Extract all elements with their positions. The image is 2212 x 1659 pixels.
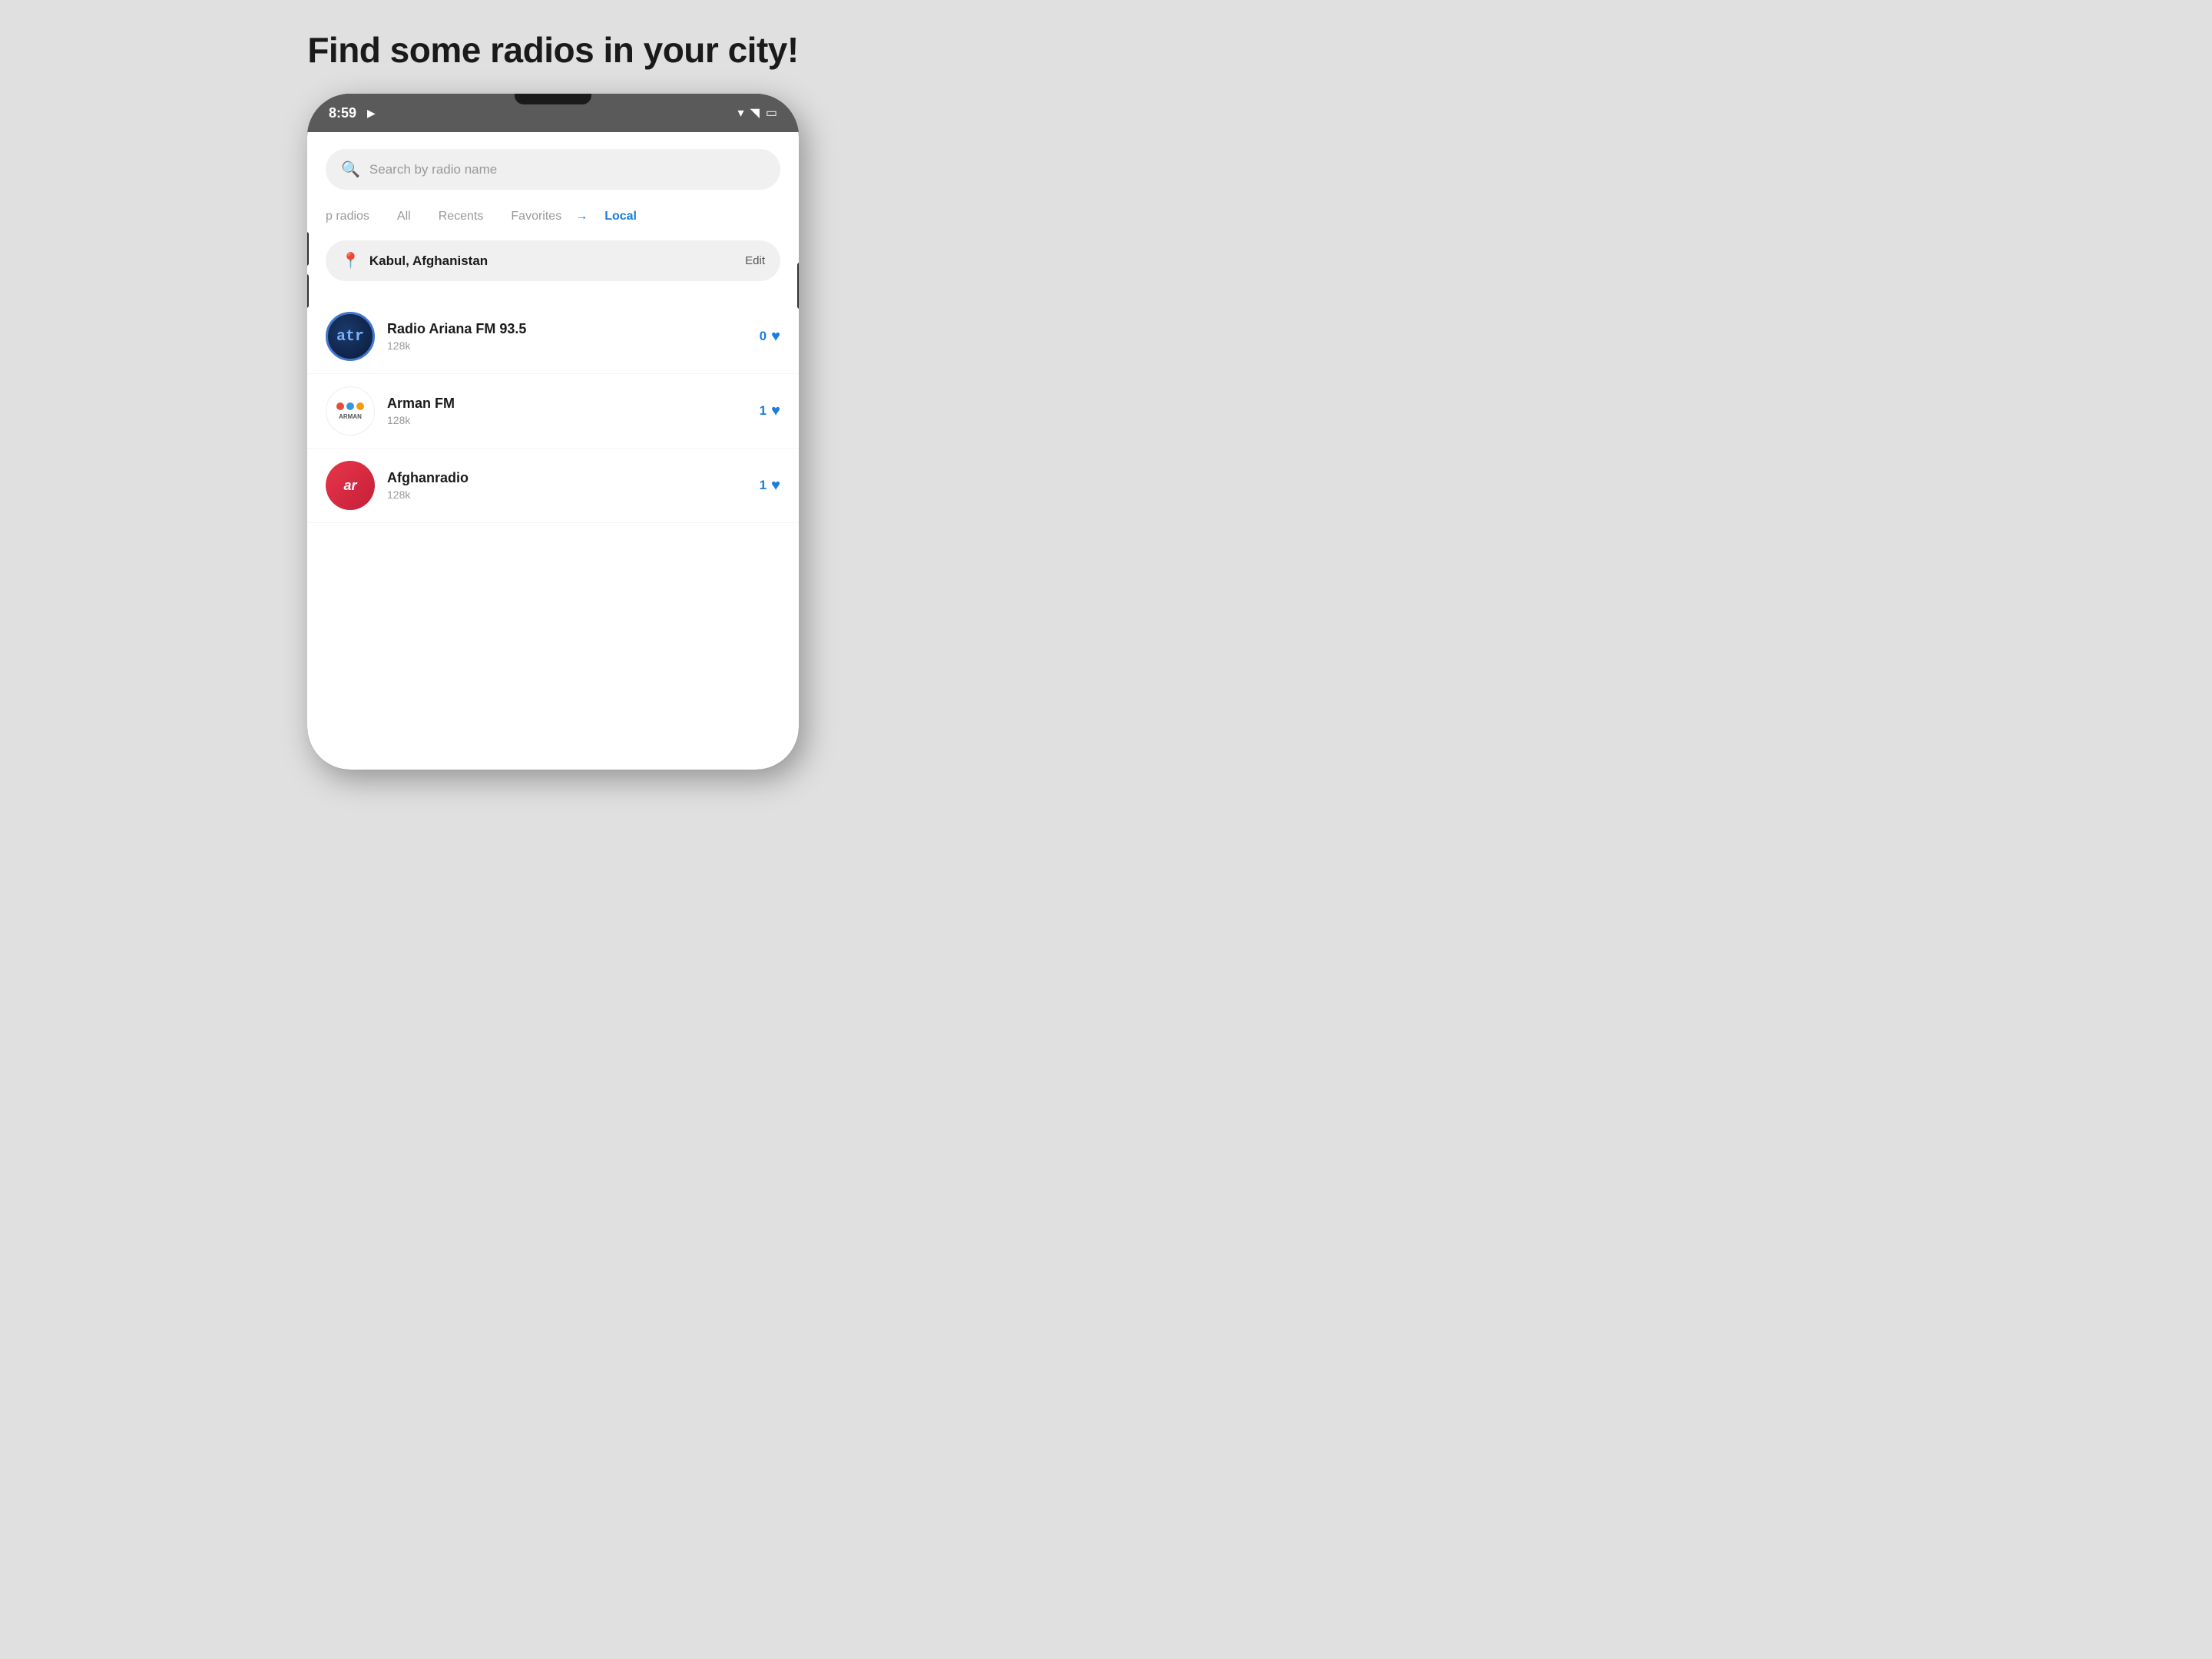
radio-list: atr Radio Ariana FM 93.5 128k 0 ♥: [307, 293, 799, 529]
radio-favorites[interactable]: 0 ♥: [760, 328, 780, 346]
arman-logo-text: ARMAN: [339, 413, 362, 420]
radio-info: Radio Ariana FM 93.5 128k: [387, 321, 747, 352]
search-container: 🔍 Search by radio name: [307, 132, 799, 202]
location-name: Kabul, Afghanistan: [369, 253, 488, 269]
tab-all[interactable]: All: [383, 205, 425, 228]
radio-item[interactable]: atr Radio Ariana FM 93.5 128k 0 ♥: [307, 300, 799, 374]
fav-count: 1: [760, 478, 767, 493]
phone-shell: 8:59 ▶ ▾ ◥ ▭ 🔍 Search by radio name p ra…: [307, 94, 799, 770]
location-bar[interactable]: 📍 Kabul, Afghanistan Edit: [326, 240, 780, 281]
search-icon: 🔍: [341, 160, 360, 179]
atr-logo-text: atr: [336, 328, 364, 346]
tab-favorites[interactable]: Favorites: [497, 205, 575, 228]
tab-local[interactable]: Local: [591, 205, 651, 228]
heart-icon: ♥: [771, 477, 780, 495]
search-input[interactable]: Search by radio name: [369, 162, 497, 177]
radio-info: Afghanradio 128k: [387, 470, 747, 501]
location-container: 📍 Kabul, Afghanistan Edit: [307, 237, 799, 293]
location-edit-button[interactable]: Edit: [745, 254, 765, 267]
radio-name: Arman FM: [387, 396, 747, 412]
fav-count: 1: [760, 403, 767, 419]
radio-bitrate: 128k: [387, 414, 747, 426]
radio-bitrate: 128k: [387, 488, 747, 501]
radio-logo-atr: atr: [326, 312, 375, 361]
fav-count: 0: [760, 329, 767, 344]
battery-icon: ▭: [766, 105, 777, 121]
radio-favorites[interactable]: 1 ♥: [760, 477, 780, 495]
radio-favorites[interactable]: 1 ♥: [760, 402, 780, 420]
status-bar-left: 8:59 ▶: [329, 105, 376, 121]
arman-dot-red: [336, 402, 344, 410]
radio-logo-arman: ARMAN: [326, 386, 375, 435]
volume-up-button: [307, 232, 309, 266]
page-title: Find some radios in your city!: [307, 29, 798, 71]
tab-arrow-icon: →: [575, 210, 588, 224]
radio-bitrate: 128k: [387, 339, 747, 352]
play-icon: ▶: [367, 107, 376, 120]
radio-item[interactable]: ARMAN Arman FM 128k 1 ♥: [307, 374, 799, 449]
arman-dot-blue: [346, 402, 354, 410]
radio-name: Afghanradio: [387, 470, 747, 486]
notch: [515, 94, 591, 104]
signal-icon: ◥: [750, 105, 760, 121]
screen: 🔍 Search by radio name p radios All Rece…: [307, 132, 799, 770]
volume-down-button: [307, 274, 309, 308]
radio-logo-afghan: ar: [326, 461, 375, 510]
status-bar: 8:59 ▶ ▾ ◥ ▭: [307, 94, 799, 132]
arman-dot-yellow: [356, 402, 364, 410]
wifi-icon: ▾: [738, 105, 744, 121]
status-time: 8:59: [329, 105, 356, 121]
heart-icon: ♥: [771, 328, 780, 346]
tab-top-radios[interactable]: p radios: [326, 205, 383, 228]
afghan-logo-text: ar: [343, 478, 356, 494]
location-pin-icon: 📍: [341, 251, 360, 270]
power-button: [797, 263, 799, 309]
tabs-container: p radios All Recents Favorites → Local: [307, 202, 799, 237]
tab-recents[interactable]: Recents: [425, 205, 498, 228]
status-bar-right: ▾ ◥ ▭: [738, 105, 777, 121]
location-left: 📍 Kabul, Afghanistan: [341, 251, 488, 270]
radio-item[interactable]: ar Afghanradio 128k 1 ♥: [307, 449, 799, 523]
search-bar[interactable]: 🔍 Search by radio name: [326, 149, 780, 190]
radio-name: Radio Ariana FM 93.5: [387, 321, 747, 337]
heart-icon: ♥: [771, 402, 780, 420]
radio-info: Arman FM 128k: [387, 396, 747, 426]
arman-dots: [336, 402, 364, 410]
